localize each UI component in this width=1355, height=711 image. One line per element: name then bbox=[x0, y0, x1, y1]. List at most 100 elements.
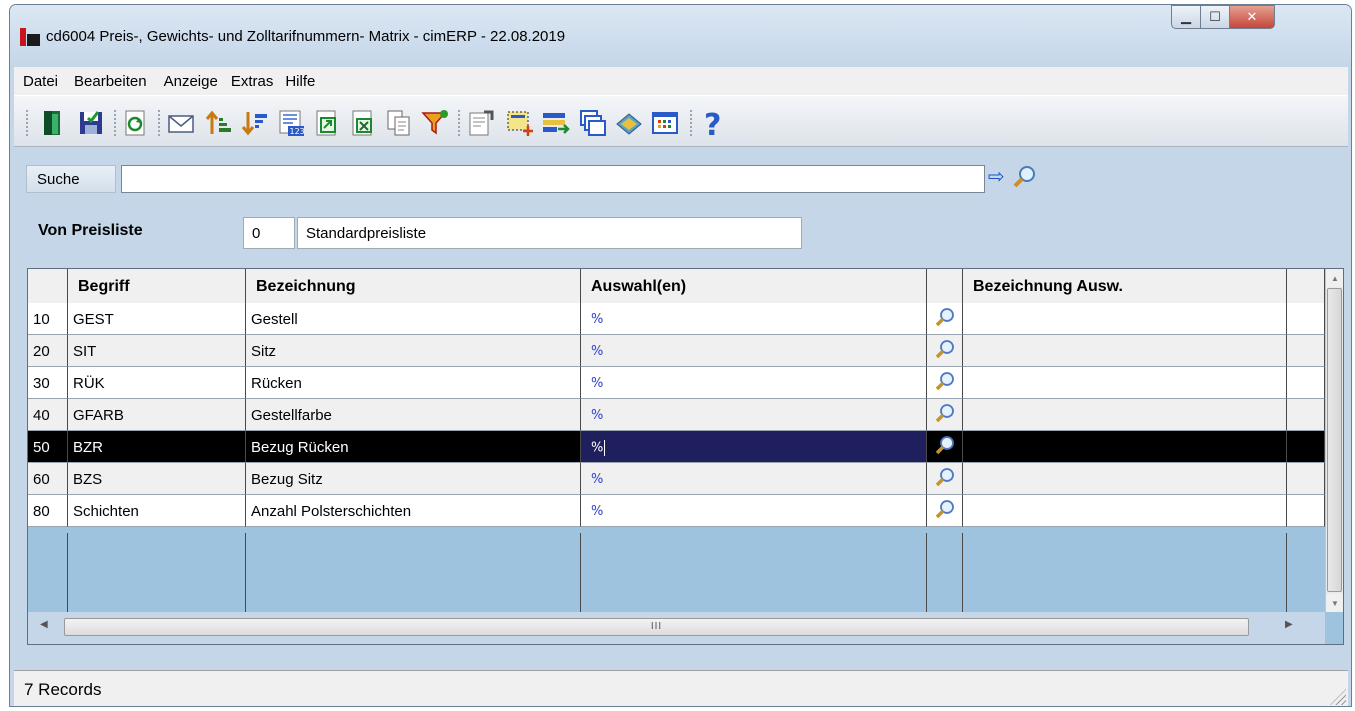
save-icon[interactable] bbox=[74, 106, 108, 140]
lookup-cell[interactable] bbox=[927, 399, 963, 431]
column-header-begriff[interactable]: Begriff bbox=[68, 269, 246, 303]
windows-icon[interactable] bbox=[576, 106, 610, 140]
lookup-cell[interactable] bbox=[927, 431, 963, 463]
scroll-right-icon[interactable]: ▶ bbox=[1285, 619, 1293, 630]
cell-auswahl[interactable]: % bbox=[581, 495, 927, 527]
lookup-magnifier-icon[interactable] bbox=[934, 371, 956, 393]
scroll-down-icon[interactable]: ▼ bbox=[1326, 594, 1343, 612]
grid-view-icon[interactable] bbox=[648, 106, 682, 140]
cell-nr: 20 bbox=[28, 335, 68, 367]
toolbar-separator bbox=[158, 110, 160, 136]
search-magnifier-icon[interactable] bbox=[1012, 164, 1038, 190]
resize-grip-icon[interactable] bbox=[1330, 689, 1346, 705]
cell-nr-text: 30 bbox=[33, 375, 50, 392]
column-header-bezeichnung[interactable]: Bezeichnung bbox=[246, 269, 581, 303]
cell-auswahl[interactable]: % bbox=[581, 367, 927, 399]
table-row[interactable]: 30 RÜK Rücken% bbox=[28, 367, 1328, 399]
list-arrow-icon[interactable] bbox=[538, 106, 572, 140]
cell-auswahl[interactable]: % bbox=[581, 463, 927, 495]
lookup-cell[interactable] bbox=[927, 495, 963, 527]
menu-extras[interactable]: Extras bbox=[225, 73, 280, 90]
search-go-arrow-icon[interactable]: ⇨ bbox=[988, 166, 1010, 186]
app-window: cd6004 Preis-, Gewichts- und Zolltarifnu… bbox=[9, 4, 1352, 707]
cell-bezeichnung-text: Anzahl Polsterschichten bbox=[251, 503, 412, 520]
close-button[interactable]: ✕ bbox=[1229, 5, 1275, 29]
cell-auswahl-text: % bbox=[591, 440, 604, 456]
preisliste-code-field[interactable]: 0 bbox=[243, 217, 295, 249]
vertical-scrollbar[interactable]: ▲ ▼ bbox=[1325, 269, 1343, 612]
menu-hilfe[interactable]: Hilfe bbox=[279, 73, 321, 90]
scroll-left-icon[interactable]: ◀ bbox=[40, 619, 48, 630]
number-format-icon[interactable]: 123 bbox=[274, 106, 308, 140]
help-icon[interactable]: ? bbox=[696, 106, 730, 140]
horizontal-scroll-thumb[interactable]: III bbox=[64, 618, 1249, 636]
cell-auswahl-text: % bbox=[591, 312, 604, 327]
table-row[interactable]: 80 Schichten Anzahl Polsterschichten% bbox=[28, 495, 1328, 527]
cell-auswahl[interactable]: % bbox=[581, 303, 927, 335]
toolbar-separator bbox=[458, 110, 460, 136]
table-row[interactable]: 60 BZS Bezug Sitz% bbox=[28, 463, 1328, 495]
cell-begriff: GFARB bbox=[68, 399, 246, 431]
horizontal-scrollbar[interactable]: ◀ III ▶ bbox=[28, 612, 1325, 644]
vertical-scroll-thumb[interactable] bbox=[1327, 288, 1342, 592]
column-header-bezeichnung-ausw[interactable]: Bezeichnung Ausw. bbox=[963, 269, 1287, 303]
lookup-magnifier-icon[interactable] bbox=[934, 435, 956, 457]
lookup-cell[interactable] bbox=[927, 463, 963, 495]
cell-begriff-text: BZS bbox=[73, 471, 103, 488]
cell-auswahl[interactable]: % bbox=[581, 335, 927, 367]
filter-icon[interactable] bbox=[418, 106, 452, 140]
export-icon[interactable] bbox=[310, 106, 344, 140]
maximize-button[interactable]: ☐ bbox=[1200, 5, 1230, 29]
toolbar-separator bbox=[114, 110, 116, 136]
minimize-icon: ▁ bbox=[1181, 9, 1191, 25]
lookup-cell[interactable] bbox=[927, 335, 963, 367]
exit-door-icon[interactable] bbox=[36, 106, 70, 140]
cell-extra bbox=[1287, 399, 1325, 431]
lookup-cell[interactable] bbox=[927, 303, 963, 335]
properties-icon[interactable] bbox=[464, 106, 498, 140]
refresh-icon[interactable] bbox=[118, 106, 152, 140]
table-row[interactable]: 40 GFARB Gestellfarbe% bbox=[28, 399, 1328, 431]
cell-auswahl[interactable]: % bbox=[581, 431, 927, 463]
cell-nr: 10 bbox=[28, 303, 68, 335]
search-input[interactable] bbox=[121, 165, 985, 193]
lookup-magnifier-icon[interactable] bbox=[934, 307, 956, 329]
column-header-extra bbox=[1287, 269, 1325, 303]
cell-bezeichnung: Bezug Sitz bbox=[246, 463, 581, 495]
book-icon[interactable] bbox=[612, 106, 646, 140]
lookup-magnifier-icon[interactable] bbox=[934, 403, 956, 425]
menu-anzeige[interactable]: Anzeige bbox=[158, 73, 224, 90]
search-bar: Suche ⇨ bbox=[14, 151, 1348, 197]
cell-auswahl[interactable]: % bbox=[581, 399, 927, 431]
empty-column-line bbox=[927, 533, 963, 612]
lookup-cell[interactable] bbox=[927, 367, 963, 399]
table-row[interactable]: 20 SIT Sitz% bbox=[28, 335, 1328, 367]
select-area-icon[interactable] bbox=[502, 106, 536, 140]
sort-ascending-icon[interactable] bbox=[202, 106, 236, 140]
lookup-magnifier-icon[interactable] bbox=[934, 467, 956, 489]
preisliste-label: Von Preisliste bbox=[38, 222, 143, 239]
cell-bezeichnung-ausw bbox=[963, 431, 1287, 463]
table-row[interactable]: 10 GEST Gestell% bbox=[28, 303, 1328, 335]
cell-extra bbox=[1287, 495, 1325, 527]
lookup-magnifier-icon[interactable] bbox=[934, 339, 956, 361]
column-header-auswahl[interactable]: Auswahl(en) bbox=[581, 269, 927, 303]
table-row[interactable]: 50 BZR Bezug Rücken% bbox=[28, 431, 1328, 463]
close-icon: ✕ bbox=[1246, 9, 1258, 25]
cell-bezeichnung-text: Bezug Sitz bbox=[251, 471, 323, 488]
mail-icon[interactable] bbox=[164, 106, 198, 140]
menu-datei[interactable]: Datei bbox=[19, 73, 64, 90]
scroll-up-icon[interactable]: ▲ bbox=[1326, 269, 1343, 287]
lookup-magnifier-icon[interactable] bbox=[934, 499, 956, 521]
text-caret bbox=[604, 440, 606, 456]
empty-column-line bbox=[246, 533, 581, 612]
sort-descending-icon[interactable] bbox=[238, 106, 272, 140]
column-header-nr bbox=[28, 269, 68, 303]
copy-icon[interactable] bbox=[382, 106, 416, 140]
minimize-button[interactable]: ▁ bbox=[1171, 5, 1201, 29]
preisliste-name-field[interactable]: Standardpreisliste bbox=[297, 217, 802, 249]
cell-begriff: BZR bbox=[68, 431, 246, 463]
cell-nr: 40 bbox=[28, 399, 68, 431]
menu-bearbeiten[interactable]: Bearbeiten bbox=[68, 73, 153, 90]
excel-export-icon[interactable] bbox=[346, 106, 380, 140]
